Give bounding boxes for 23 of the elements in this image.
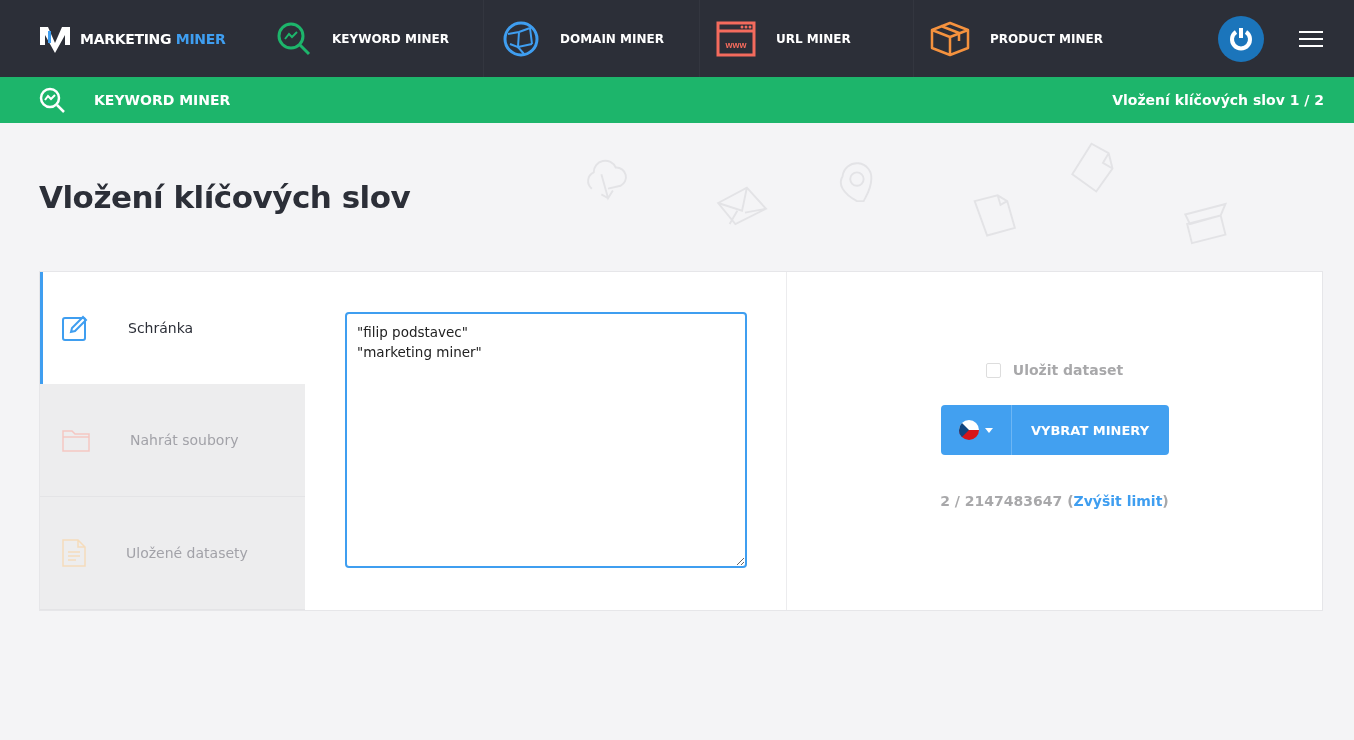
search-icon	[38, 86, 66, 114]
keywords-textarea[interactable]: "filip podstavec" "marketing miner"	[345, 312, 747, 568]
checkbox[interactable]	[985, 362, 1001, 378]
folder-icon	[62, 428, 90, 452]
menu-icon[interactable]	[1298, 29, 1324, 48]
page-title: Vložení klíčových slov	[39, 178, 411, 217]
pencil-icon	[62, 315, 88, 341]
step-indicator: Vložení klíčových slov 1 / 2	[1112, 92, 1324, 108]
globe-icon	[502, 19, 540, 58]
search-icon	[276, 20, 312, 57]
browser-window-icon: www	[716, 20, 756, 57]
section-title: KEYWORD MINER	[94, 92, 231, 108]
box-icon	[930, 20, 970, 57]
keyword-count: 2 / 2147483647 (	[940, 493, 1074, 509]
country-dropdown[interactable]	[940, 405, 1012, 455]
brand-name: MARKETING MINER	[80, 30, 226, 47]
paren-text: )	[1162, 493, 1169, 509]
power-icon	[1228, 25, 1254, 52]
caret-icon	[984, 427, 993, 433]
nav-link[interactable]: PRODUCT MINER	[914, 0, 1125, 77]
czech-flag-icon	[958, 420, 979, 440]
power-button[interactable]	[1218, 15, 1264, 62]
document-icon	[62, 539, 86, 567]
